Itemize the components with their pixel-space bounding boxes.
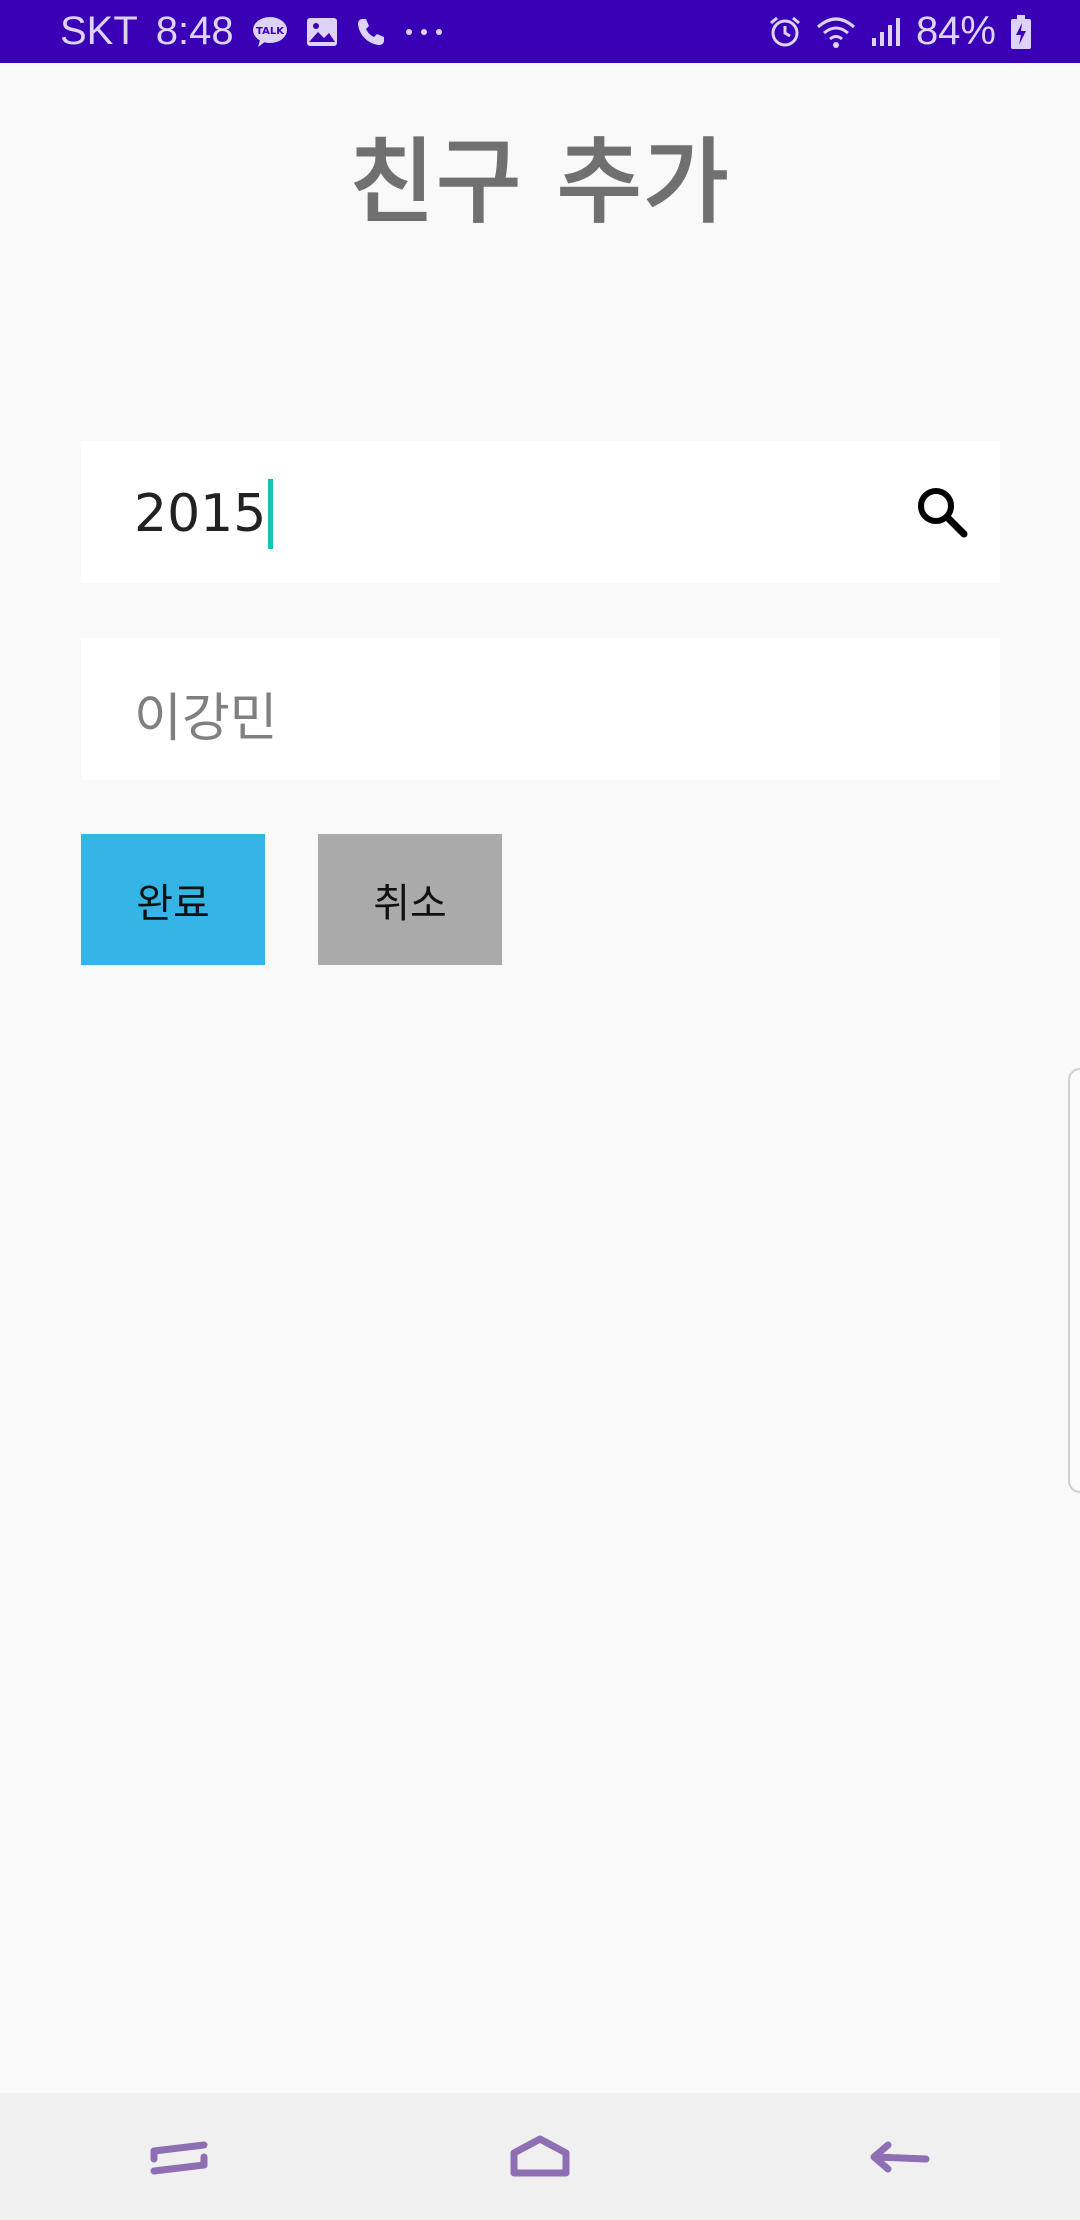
status-bar: SKT 8:48 TALK 84% (0, 0, 1080, 63)
talk-icon: TALK (252, 16, 288, 48)
carrier-label: SKT (60, 9, 138, 53)
recent-apps-icon[interactable] (120, 2107, 240, 2207)
add-friend-screen: SKT 8:48 TALK 84% 친구 추가 2015 이강민 완료 취소 (0, 0, 1080, 2220)
status-right-group: 84% (768, 0, 1032, 63)
done-button[interactable]: 완료 (81, 834, 265, 965)
friend-id-value: 2015 (134, 484, 267, 544)
friend-id-search-field[interactable]: 2015 (81, 441, 1000, 583)
back-icon[interactable] (840, 2107, 960, 2207)
phone-icon (356, 17, 386, 47)
home-icon[interactable] (480, 2107, 600, 2207)
navigation-bar (0, 2093, 1080, 2220)
cancel-button[interactable]: 취소 (318, 834, 502, 965)
more-dots-icon (404, 27, 444, 37)
wifi-icon (816, 15, 856, 49)
edge-panel-handle[interactable] (1068, 1068, 1080, 1493)
alarm-icon (768, 15, 802, 49)
gallery-icon (306, 17, 338, 47)
friend-name-value: 이강민 (134, 689, 278, 749)
page-title: 친구 추가 (349, 129, 731, 236)
search-icon[interactable] (914, 484, 970, 540)
friend-id-input[interactable]: 2015 (134, 479, 274, 549)
battery-percent-label: 84% (915, 9, 996, 53)
status-left-group: SKT 8:48 TALK (60, 9, 444, 54)
text-cursor (268, 479, 274, 549)
friend-name-field[interactable]: 이강민 (81, 638, 1000, 780)
clock-label: 8:48 (155, 9, 234, 53)
svg-text:TALK: TALK (256, 26, 285, 37)
battery-charging-icon (1010, 14, 1032, 50)
signal-icon (870, 16, 902, 48)
